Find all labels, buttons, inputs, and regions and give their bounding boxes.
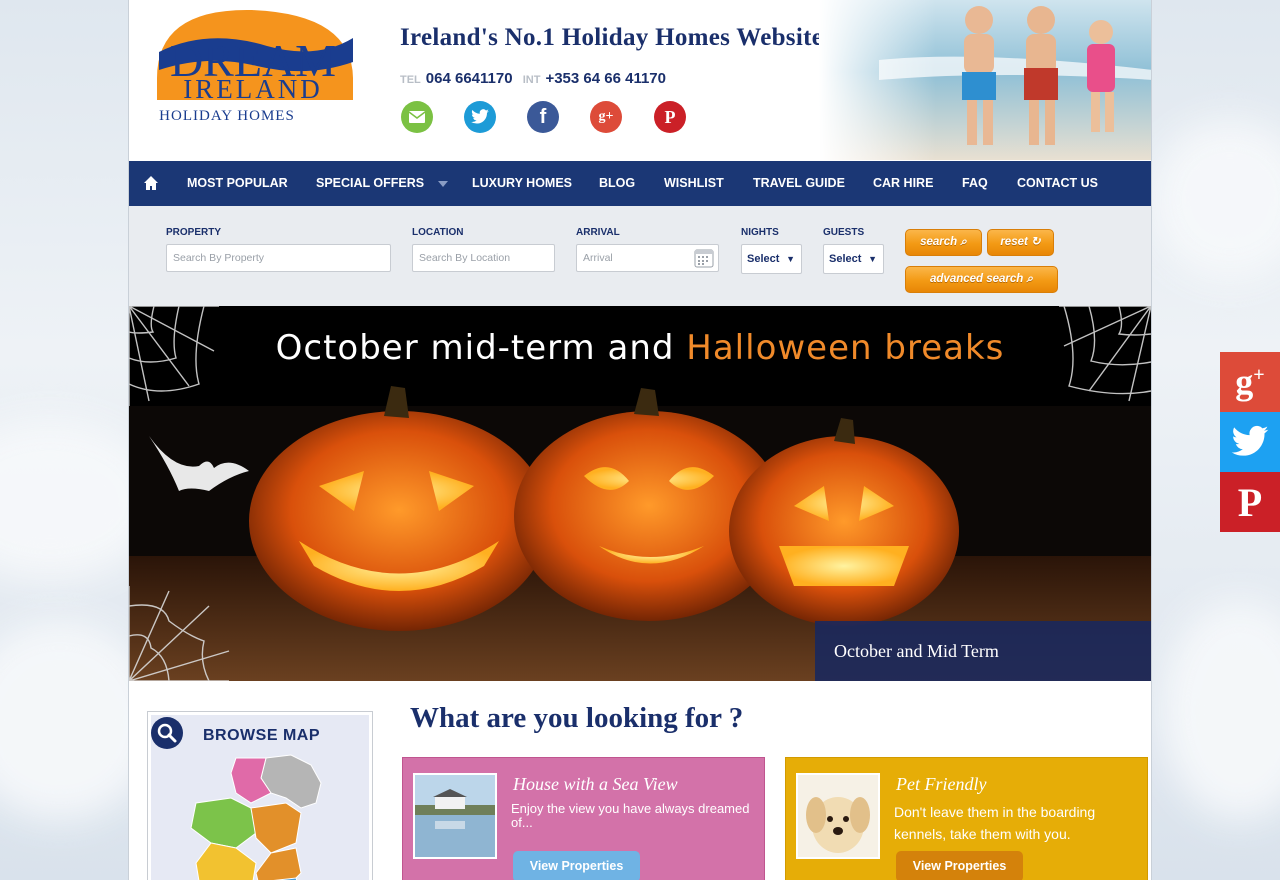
nights-select[interactable]: Select ▼ xyxy=(741,244,802,274)
refresh-icon: ↻ xyxy=(1031,236,1041,248)
reset-button-label: reset xyxy=(1000,236,1028,248)
nav-travel-guide[interactable]: TRAVEL GUIDE xyxy=(753,161,845,206)
guests-label: GUESTS xyxy=(823,227,865,238)
browse-map-panel: BROWSE MAP xyxy=(151,715,369,880)
banner-caption[interactable]: October and Mid Term xyxy=(815,621,1151,681)
advanced-search-button[interactable]: advanced search ⌕ xyxy=(905,266,1058,293)
card-title[interactable]: House with a Sea View xyxy=(513,774,678,795)
nav-special-offers-label: SPECIAL OFFERS xyxy=(316,176,425,190)
sea-view-card[interactable]: House with a Sea View Enjoy the view you… xyxy=(402,757,765,880)
tel-label: TEL xyxy=(400,74,421,86)
google-plus-icon[interactable]: g+ xyxy=(590,101,622,133)
nav-faq[interactable]: FAQ xyxy=(962,161,988,206)
cloud-decor xyxy=(1160,600,1280,820)
arrival-placeholder: Arrival xyxy=(583,252,613,264)
pet-friendly-thumbnail xyxy=(796,773,880,859)
reset-button[interactable]: reset ↻ xyxy=(987,229,1054,256)
property-search-input[interactable]: Search By Property xyxy=(166,244,391,272)
logo-line2: IRELAND xyxy=(183,74,322,104)
ireland-map[interactable] xyxy=(151,753,369,880)
location-label: LOCATION xyxy=(412,227,464,238)
tel-number[interactable]: 064 6641170 xyxy=(426,70,513,87)
search-button[interactable]: search ⌕ xyxy=(905,229,982,256)
nav-car-hire[interactable]: CAR HIRE xyxy=(873,161,933,206)
card-description: Enjoy the view you have always dreamed o… xyxy=(511,801,750,830)
share-google-plus-icon[interactable]: g+ xyxy=(1220,352,1280,412)
int-number[interactable]: +353 64 66 41170 xyxy=(545,70,666,87)
property-label: PROPERTY xyxy=(166,227,222,238)
nav-blog[interactable]: BLOG xyxy=(599,161,635,206)
banner-title-part2: Halloween breaks xyxy=(686,328,1005,368)
email-icon[interactable] xyxy=(401,101,433,133)
home-icon[interactable] xyxy=(143,161,159,206)
search-button-label: search xyxy=(920,236,958,248)
browse-map-title: BROWSE MAP xyxy=(203,727,320,744)
nav-contact-us[interactable]: CONTACT US xyxy=(1017,161,1098,206)
browse-map-box[interactable]: BROWSE MAP xyxy=(147,711,373,880)
nav-most-popular[interactable]: MOST POPULAR xyxy=(187,161,288,206)
header-beach-photo xyxy=(819,0,1151,160)
pet-friendly-card[interactable]: Pet Friendly Don't leave them in the boa… xyxy=(785,757,1148,880)
int-label: INT xyxy=(522,74,541,86)
logo-line3: HOLIDAY HOMES xyxy=(159,108,295,124)
select-arrow-icon: ▼ xyxy=(868,254,877,264)
share-twitter-icon[interactable] xyxy=(1220,412,1280,472)
advanced-search-label: advanced search xyxy=(930,273,1024,285)
nights-select-value: Select xyxy=(747,253,780,265)
view-properties-button[interactable]: View Properties xyxy=(896,851,1023,880)
site-logo[interactable]: DREAM IRELAND HOLIDAY HOMES xyxy=(147,8,359,134)
sea-view-thumbnail xyxy=(413,773,497,859)
nav-wishlist[interactable]: WISHLIST xyxy=(664,161,724,206)
phone-numbers: TEL 064 6641170 INT +353 64 66 41170 xyxy=(400,70,672,87)
search-bar: PROPERTY Search By Property LOCATION Sea… xyxy=(129,206,1151,306)
caret-down-icon xyxy=(437,180,448,187)
pinterest-icon[interactable]: P xyxy=(654,101,686,133)
site-header: DREAM IRELAND HOLIDAY HOMES Ireland's No… xyxy=(129,0,1151,160)
view-properties-button[interactable]: View Properties xyxy=(513,851,640,880)
section-heading: What are you looking for ? xyxy=(410,702,744,734)
facebook-icon[interactable]: f xyxy=(527,101,559,133)
card-description: Don't leave them in the boarding kennels… xyxy=(894,804,1096,842)
banner-title-part1: October mid-term and xyxy=(275,328,675,368)
cloud-decor xyxy=(1150,120,1280,280)
banner-title: October mid-term and Halloween breaks xyxy=(129,328,1151,368)
page-container: DREAM IRELAND HOLIDAY HOMES Ireland's No… xyxy=(128,0,1152,880)
halloween-banner[interactable]: October mid-term and Halloween breaks Oc… xyxy=(129,306,1151,681)
main-nav: MOST POPULAR SPECIAL OFFERS LUXURY HOMES… xyxy=(129,161,1151,206)
search-icon: ⌕ xyxy=(960,236,967,248)
select-arrow-icon: ▼ xyxy=(786,254,795,264)
card-title[interactable]: Pet Friendly xyxy=(896,774,986,795)
nav-special-offers[interactable]: SPECIAL OFFERS xyxy=(316,161,448,206)
twitter-icon[interactable] xyxy=(464,101,496,133)
search-icon: ⌕ xyxy=(1026,273,1033,285)
site-tagline: Ireland's No.1 Holiday Homes Website xyxy=(400,24,824,51)
nights-label: NIGHTS xyxy=(741,227,779,238)
arrival-date-input[interactable]: Arrival xyxy=(576,244,719,272)
banner-caption-text: October and Mid Term xyxy=(834,641,999,661)
nav-luxury-homes[interactable]: LUXURY HOMES xyxy=(472,161,572,206)
arrival-label: ARRIVAL xyxy=(576,227,620,238)
location-search-input[interactable]: Search By Location xyxy=(412,244,555,272)
share-pinterest-icon[interactable]: P xyxy=(1220,472,1280,532)
guests-select-value: Select xyxy=(829,253,862,265)
search-icon xyxy=(151,717,183,749)
calendar-icon[interactable] xyxy=(694,248,714,278)
guests-select[interactable]: Select ▼ xyxy=(823,244,884,274)
